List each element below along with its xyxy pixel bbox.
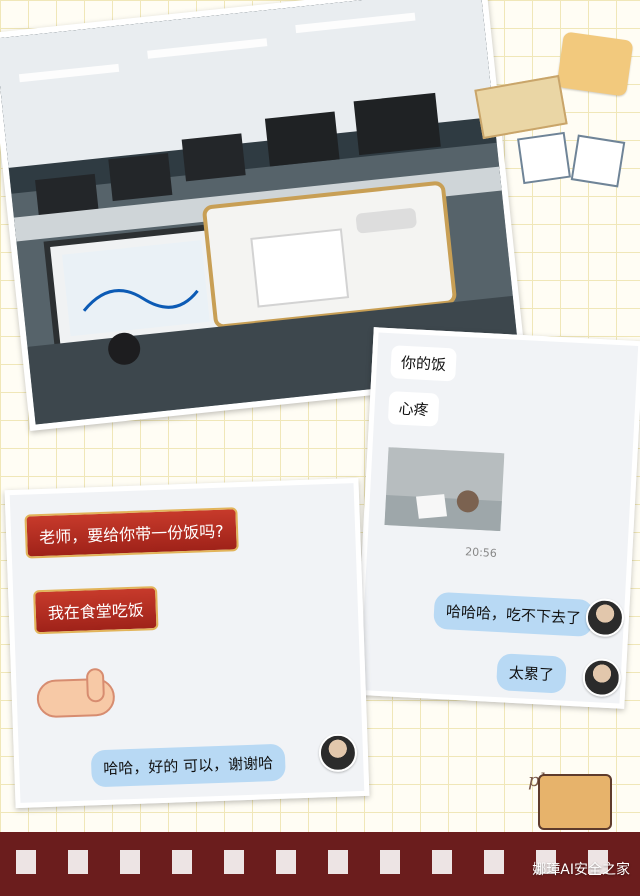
avatar-icon	[318, 733, 358, 773]
pointing-hand-icon	[36, 677, 116, 719]
message-your-meal: 你的饭	[390, 345, 457, 382]
camera-icon	[538, 774, 612, 830]
message-text: 老师，要给你带一份饭吗?	[38, 521, 224, 548]
chat-time: 20:56	[464, 545, 498, 560]
message-so-tired: 太累了	[495, 653, 567, 694]
message-text: 你的饭	[400, 353, 447, 375]
message-heartache: 心疼	[387, 391, 440, 427]
avatar-icon	[584, 597, 625, 638]
film-strip-border: 娜璋AI安全之家	[0, 832, 640, 896]
message-text: 哈哈，好的 可以，谢谢哈	[103, 754, 274, 778]
message-cannot-eat: 哈哈哈，吃不下去了	[433, 591, 594, 638]
message-text: 太累了	[508, 663, 555, 685]
meal-photo-graphic	[384, 447, 505, 532]
message-eating-cafeteria: 我在食堂吃饭	[33, 586, 159, 635]
avatar-icon	[581, 657, 622, 698]
meal-photo	[384, 447, 505, 532]
watermark: 娜璋AI安全之家	[532, 862, 630, 878]
chat-right-card: 你的饭 心疼 20:56 哈哈哈，吃不下去了 太累了	[354, 327, 640, 709]
message-text: 我在食堂吃饭	[47, 600, 145, 623]
decorative-photo-icon	[570, 134, 626, 188]
message-thanks: 哈哈，好的 可以，谢谢哈	[90, 743, 286, 788]
message-text: 哈哈哈，吃不下去了	[445, 602, 582, 628]
message-text: 心疼	[398, 399, 430, 420]
decorative-bag-icon	[556, 31, 634, 97]
message-bring-meal: 老师，要给你带一份饭吗?	[24, 507, 239, 559]
decorative-photo-icon	[517, 131, 571, 185]
chat-left-card: 老师，要给你带一份饭吗? 我在食堂吃饭 哈哈，好的 可以，谢谢哈	[4, 477, 370, 809]
